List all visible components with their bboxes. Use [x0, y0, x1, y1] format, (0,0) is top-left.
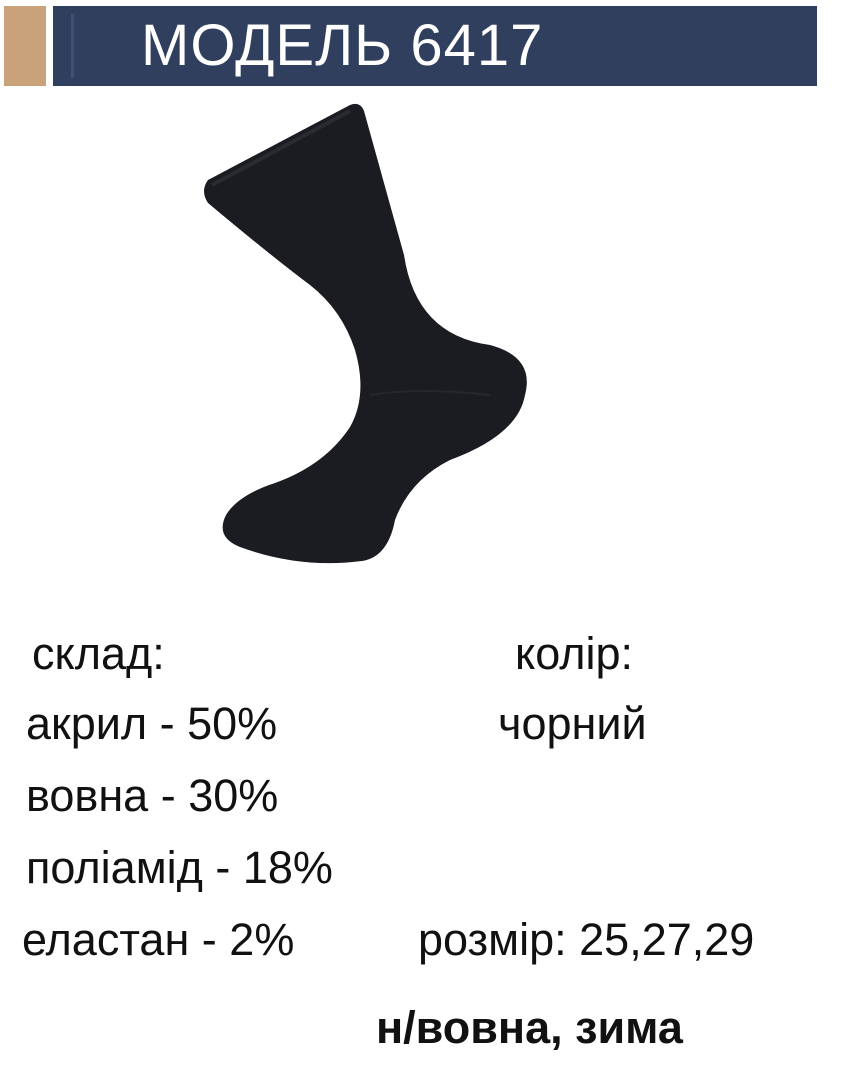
header-stripe	[71, 14, 74, 78]
composition-item: акрил - 50%	[26, 698, 278, 749]
season-info: н/вовна, зима	[376, 1002, 683, 1053]
model-title: МОДЕЛЬ 6417	[141, 13, 544, 78]
composition-item: поліамід - 18%	[26, 842, 333, 893]
composition-item: еластан - 2%	[22, 914, 295, 965]
composition-item: вовна - 30%	[26, 770, 279, 821]
accent-block	[4, 6, 46, 86]
size-info: розмір: 25,27,29	[418, 914, 755, 965]
color-label: колір:	[515, 628, 634, 679]
composition-label: склад:	[32, 628, 165, 679]
header-bar: МОДЕЛЬ 6417	[53, 6, 817, 86]
color-value: чорний	[498, 698, 647, 749]
black-sock-image	[204, 103, 527, 564]
